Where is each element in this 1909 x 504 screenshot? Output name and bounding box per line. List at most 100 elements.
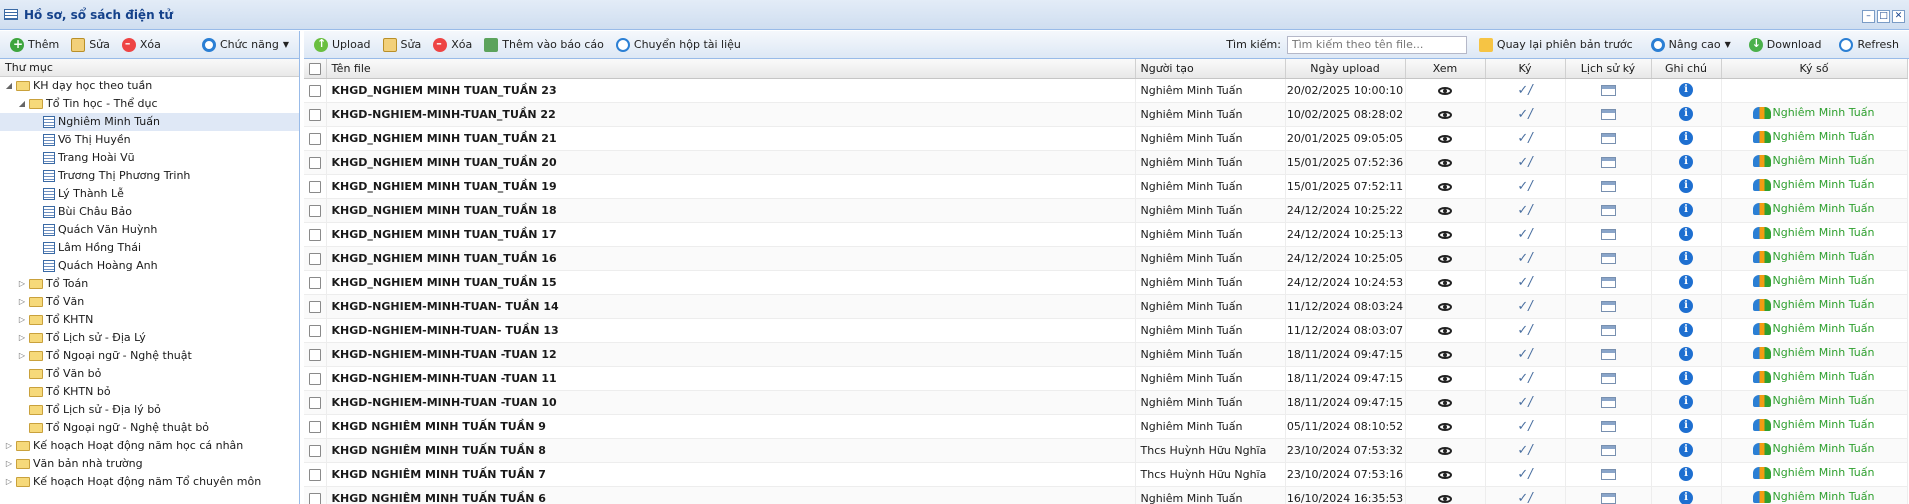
table-row[interactable]: KHGD_NGHIEM MINH TUAN_TUẦN 18 Nghiêm Minh… bbox=[304, 198, 1908, 223]
eye-icon[interactable] bbox=[1438, 182, 1452, 191]
tree-node[interactable]: Tổ Văn bỏ bbox=[0, 365, 299, 383]
view-cell[interactable] bbox=[1405, 318, 1486, 343]
sign-cell[interactable]: ✓/ bbox=[1485, 438, 1566, 463]
restore-version-button[interactable]: Quay lại phiên bản trước bbox=[1473, 34, 1639, 56]
history-icon[interactable] bbox=[1600, 349, 1616, 360]
signature-icon[interactable]: ✓/ bbox=[1517, 84, 1532, 97]
signature-icon[interactable]: ✓/ bbox=[1517, 204, 1532, 217]
view-cell[interactable] bbox=[1405, 390, 1486, 415]
table-row[interactable]: KHGD_NGHIEM MINH TUAN_TUẦN 19 Nghiêm Minh… bbox=[304, 174, 1908, 199]
row-checkbox[interactable] bbox=[304, 174, 327, 199]
delete-file-button[interactable]: Xóa bbox=[427, 34, 478, 56]
tree-node[interactable]: Bùi Châu Bảo bbox=[0, 203, 299, 221]
sign-cell[interactable]: ✓/ bbox=[1485, 270, 1566, 295]
sign-cell[interactable]: ✓/ bbox=[1485, 102, 1566, 127]
delete-folder-button[interactable]: Xóa bbox=[116, 34, 167, 56]
sign-history-cell[interactable] bbox=[1565, 438, 1652, 463]
collapse-icon[interactable]: ◢ bbox=[4, 77, 14, 95]
tree-node[interactable]: ▷ Tổ KHTN bbox=[0, 311, 299, 329]
signature-icon[interactable]: ✓/ bbox=[1517, 492, 1532, 504]
tree-node[interactable]: Lý Thành Lễ bbox=[0, 185, 299, 203]
note-cell[interactable]: i bbox=[1651, 198, 1722, 223]
note-cell[interactable]: i bbox=[1651, 150, 1722, 175]
move-box-button[interactable]: Chuyển hộp tài liệu bbox=[610, 34, 747, 56]
tree-node[interactable]: Quách Hoàng Anh bbox=[0, 257, 299, 275]
info-icon[interactable]: i bbox=[1679, 83, 1693, 97]
note-cell[interactable]: i bbox=[1651, 438, 1722, 463]
history-icon[interactable] bbox=[1600, 157, 1616, 168]
row-checkbox[interactable] bbox=[304, 198, 327, 223]
note-cell[interactable]: i bbox=[1651, 294, 1722, 319]
view-cell[interactable] bbox=[1405, 222, 1486, 247]
add-folder-button[interactable]: Thêm bbox=[4, 34, 65, 56]
sign-history-cell[interactable] bbox=[1565, 270, 1652, 295]
history-icon[interactable] bbox=[1600, 325, 1616, 336]
sign-history-cell[interactable] bbox=[1565, 198, 1652, 223]
note-cell[interactable]: i bbox=[1651, 366, 1722, 391]
restore-icon[interactable]: □ bbox=[1877, 10, 1890, 23]
table-row[interactable]: KHGD NGHIÊM MINH TUẤN TUẦN 7 Thcs Huỳnh H… bbox=[304, 462, 1908, 487]
sign-cell[interactable]: ✓/ bbox=[1485, 246, 1566, 271]
sign-history-cell[interactable] bbox=[1565, 462, 1652, 487]
row-checkbox[interactable] bbox=[304, 486, 327, 504]
note-cell[interactable]: i bbox=[1651, 342, 1722, 367]
history-icon[interactable] bbox=[1600, 85, 1616, 96]
view-cell[interactable] bbox=[1405, 78, 1486, 103]
note-cell[interactable]: i bbox=[1651, 462, 1722, 487]
signature-icon[interactable]: ✓/ bbox=[1517, 108, 1532, 121]
tree-node[interactable]: ▷ Tổ Lịch sử - Địa Lý bbox=[0, 329, 299, 347]
table-row[interactable]: KHGD_NGHIEM MINH TUAN_TUẦN 20 Nghiêm Minh… bbox=[304, 150, 1908, 175]
row-checkbox[interactable] bbox=[304, 438, 327, 463]
history-icon[interactable] bbox=[1600, 229, 1616, 240]
row-checkbox[interactable] bbox=[304, 126, 327, 151]
sign-history-cell[interactable] bbox=[1565, 318, 1652, 343]
tree-node[interactable]: Quách Văn Huỳnh bbox=[0, 221, 299, 239]
col-header-digital-sign[interactable]: Ký số bbox=[1721, 59, 1908, 79]
signature-icon[interactable]: ✓/ bbox=[1517, 396, 1532, 409]
history-icon[interactable] bbox=[1600, 469, 1616, 480]
row-checkbox[interactable] bbox=[304, 246, 327, 271]
eye-icon[interactable] bbox=[1438, 206, 1452, 215]
table-row[interactable]: KHGD NGHIÊM MINH TUẤN TUẦN 9 Nghiêm Minh … bbox=[304, 414, 1908, 439]
view-cell[interactable] bbox=[1405, 438, 1486, 463]
view-cell[interactable] bbox=[1405, 174, 1486, 199]
info-icon[interactable]: i bbox=[1679, 131, 1693, 145]
tree-node[interactable]: ◢ Tổ Tin học - Thể dục bbox=[0, 95, 299, 113]
expand-icon[interactable]: ▷ bbox=[17, 311, 27, 329]
tree-node[interactable]: Nghiêm Minh Tuấn bbox=[0, 113, 299, 131]
signature-icon[interactable]: ✓/ bbox=[1517, 372, 1532, 385]
advanced-menu-button[interactable]: Nâng cao ▼ bbox=[1645, 34, 1737, 56]
col-header-note[interactable]: Ghi chú bbox=[1651, 59, 1722, 79]
info-icon[interactable]: i bbox=[1679, 467, 1693, 481]
info-icon[interactable]: i bbox=[1679, 179, 1693, 193]
sign-history-cell[interactable] bbox=[1565, 78, 1652, 103]
history-icon[interactable] bbox=[1600, 133, 1616, 144]
table-row[interactable]: KHGD-NGHIEM-MINH-TUAN_TUẦN 22 Nghiêm Minh… bbox=[304, 102, 1908, 127]
sign-cell[interactable]: ✓/ bbox=[1485, 78, 1566, 103]
sign-history-cell[interactable] bbox=[1565, 366, 1652, 391]
row-checkbox[interactable] bbox=[304, 462, 327, 487]
table-row[interactable]: KHGD-NGHIEM-MINH-TUAN -TUAN 12 Nghiêm Min… bbox=[304, 342, 1908, 367]
collapse-icon[interactable]: ◢ bbox=[17, 95, 27, 113]
eye-icon[interactable] bbox=[1438, 350, 1452, 359]
minimize-icon[interactable]: – bbox=[1862, 10, 1875, 23]
sign-cell[interactable]: ✓/ bbox=[1485, 126, 1566, 151]
tree-node[interactable]: Tổ Lịch sử - Địa lý bỏ bbox=[0, 401, 299, 419]
row-checkbox[interactable] bbox=[304, 294, 327, 319]
view-cell[interactable] bbox=[1405, 486, 1486, 504]
tree-node[interactable]: Tổ KHTN bỏ bbox=[0, 383, 299, 401]
sign-cell[interactable]: ✓/ bbox=[1485, 390, 1566, 415]
col-header-filename[interactable]: Tên file bbox=[326, 59, 1136, 79]
sign-history-cell[interactable] bbox=[1565, 102, 1652, 127]
sign-history-cell[interactable] bbox=[1565, 222, 1652, 247]
view-cell[interactable] bbox=[1405, 270, 1486, 295]
history-icon[interactable] bbox=[1600, 445, 1616, 456]
sign-cell[interactable]: ✓/ bbox=[1485, 342, 1566, 367]
info-icon[interactable]: i bbox=[1679, 347, 1693, 361]
download-button[interactable]: Download bbox=[1743, 34, 1828, 56]
sign-cell[interactable]: ✓/ bbox=[1485, 414, 1566, 439]
note-cell[interactable]: i bbox=[1651, 414, 1722, 439]
note-cell[interactable]: i bbox=[1651, 486, 1722, 504]
eye-icon[interactable] bbox=[1438, 470, 1452, 479]
sign-cell[interactable]: ✓/ bbox=[1485, 294, 1566, 319]
